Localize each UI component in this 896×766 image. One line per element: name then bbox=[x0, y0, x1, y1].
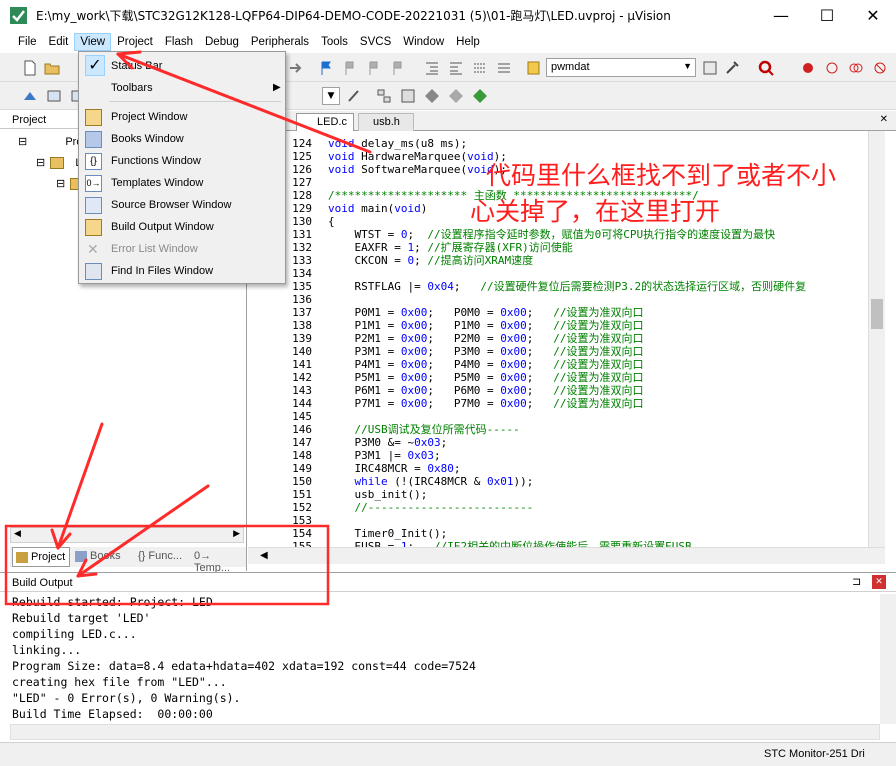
arrow-to-view-menu bbox=[116, 52, 372, 154]
annotation-text-line2: 心关掉了，在这里打开 bbox=[470, 197, 721, 226]
arrow-to-project-tab bbox=[56, 422, 104, 550]
annotation-overlay bbox=[4, 50, 372, 606]
arrow-to-build-output bbox=[76, 484, 210, 578]
annotation-text-line1: 代码里什么框找不到了或者不小 bbox=[486, 161, 837, 190]
